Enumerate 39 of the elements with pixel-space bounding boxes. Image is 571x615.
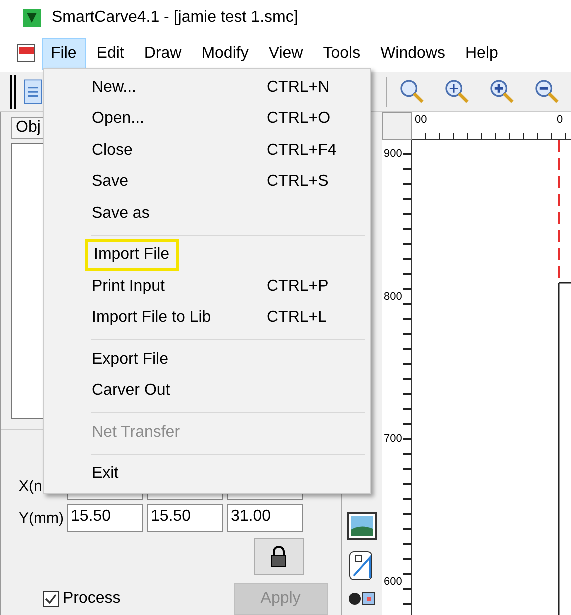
checkmark-icon — [44, 592, 58, 606]
ruler-label: 0 — [557, 114, 564, 126]
menu-item[interactable]: Tools — [314, 38, 370, 70]
menu-item[interactable]: Import File — [47, 240, 367, 271]
menu-item[interactable]: Draw — [135, 38, 191, 70]
y-field[interactable]: 15.50 — [67, 504, 143, 532]
image-icon[interactable] — [347, 512, 377, 540]
layers-icon[interactable] — [347, 592, 377, 606]
ruler-label: 600 — [383, 576, 404, 590]
document-icon[interactable] — [16, 43, 38, 65]
ruler-label: 700 — [383, 433, 404, 447]
process-checkbox[interactable]: Process — [43, 590, 121, 608]
menu-item[interactable]: Save CTRL+S — [47, 166, 367, 198]
y-field[interactable]: 31.00 — [227, 504, 303, 532]
lock-icon — [270, 546, 288, 568]
y-label: Y(mm) — [19, 510, 63, 526]
menu-item[interactable]: File — [42, 38, 86, 70]
menu-item[interactable]: Exit — [47, 458, 367, 490]
y-field[interactable]: 15.50 — [147, 504, 223, 532]
menu-item[interactable]: Edit — [88, 38, 134, 70]
ruler-label: 800 — [383, 290, 404, 304]
menu-item[interactable]: Carver Out — [47, 376, 367, 407]
window-title: SmartCarve4.1 - [jamie test 1.smc] — [52, 9, 298, 27]
menu-item[interactable]: View — [260, 38, 312, 70]
menu-item[interactable]: Import File to Lib CTRL+L — [47, 302, 367, 334]
lock-button[interactable] — [254, 538, 304, 575]
ruler-corner — [382, 112, 412, 140]
ruler-label: 00 — [415, 114, 428, 126]
menu-item[interactable]: Export File — [47, 344, 367, 376]
menu-item[interactable]: Windows — [372, 38, 454, 70]
x-label: X(n — [19, 478, 44, 494]
menu-item[interactable]: Help — [456, 38, 508, 70]
menu-item[interactable]: Save as — [47, 198, 367, 230]
app-logo-icon — [22, 8, 42, 28]
menu-item[interactable]: New... CTRL+N — [47, 72, 367, 104]
menu-item[interactable]: Modify — [192, 38, 258, 70]
menu-item[interactable]: Print Input CTRL+P — [47, 271, 367, 302]
ruler-label: 900 — [383, 148, 404, 162]
toolbar-grip[interactable] — [10, 74, 16, 108]
